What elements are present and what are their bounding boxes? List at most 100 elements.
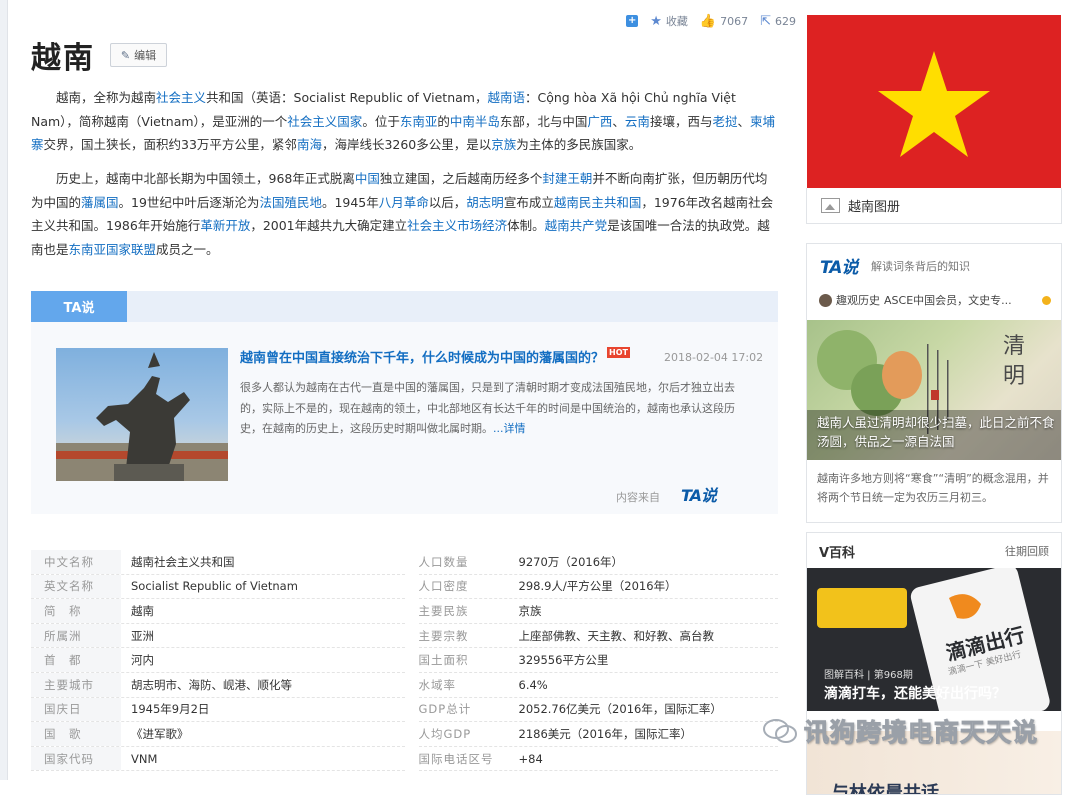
article-link[interactable]: 越南语 (487, 90, 525, 105)
past-issues-link[interactable]: 往期回顾 (1005, 543, 1049, 559)
article-link[interactable]: 云南 (625, 114, 650, 129)
article-text: 越南，全称为越南 (56, 90, 157, 105)
info-cell: 国家代码 VNM (31, 746, 405, 772)
info-cell: 简 称越南 (31, 599, 405, 624)
info-label: 首 都 (31, 648, 121, 672)
info-row: 英文名称 Socialist Republic of Vietnam 人口密度 298… (31, 574, 778, 600)
star-icon: ★ (650, 13, 662, 29)
info-value: 亚洲 (131, 628, 154, 643)
article-link[interactable]: 社会主义国家 (287, 114, 362, 129)
article-link[interactable]: 革新开放 (200, 218, 250, 233)
statue-image[interactable] (56, 348, 228, 481)
info-label: GDP总计 (418, 702, 472, 717)
article-link[interactable]: 中南半岛 (450, 114, 500, 129)
article-link[interactable]: 东南亚国家联盟 (69, 242, 157, 257)
info-cell: 国土面积 329556平方公里 (418, 648, 778, 673)
article-link[interactable]: 京族 (491, 137, 516, 152)
like-button[interactable]: 👍 7067 (700, 14, 748, 29)
article-text: 东部，北与中国 (499, 113, 588, 129)
article-link[interactable]: 胡志明 (466, 195, 504, 210)
article-link[interactable]: 中国 (355, 171, 380, 186)
author-desc: ASCE中国会员，文史专... (884, 294, 1012, 307)
info-row: 国家代码 VNM 国际电话区号 +84 (31, 746, 778, 772)
ta-box-subtitle: 解读词条背后的知识 (871, 260, 970, 273)
share-plus-button[interactable]: + (626, 15, 639, 27)
info-row: 中文名称 越南社会主义共和国 人口数量 9270万（2016年） (31, 550, 778, 575)
edit-button[interactable]: ✎ 编辑 (110, 43, 167, 67)
article-link[interactable]: 八月革命 (379, 195, 429, 210)
info-cell: 人均GDP 2186美元（2016年，国际汇率） (418, 722, 778, 747)
tab-ta[interactable]: TA说 (31, 291, 127, 322)
wechat-icon (763, 719, 797, 743)
info-row: 主要城市 胡志明市、海防、岘港、顺化等 水域率 6.4% (31, 672, 778, 698)
info-value: 6.4% (518, 677, 548, 692)
ta-headline-text[interactable]: 越南曾在中国直接统治下千年，什么时候成为中国的藩属国的？ (240, 351, 604, 366)
ta-article-card[interactable]: 越南曾在中国直接统治下千年，什么时候成为中国的藩属国的？ HOT 2018-02-… (31, 322, 778, 514)
article-link[interactable]: 社会主义市场经济 (407, 218, 507, 233)
info-label: 国际电话区号 (418, 751, 494, 766)
info-value[interactable]: 上座部佛教、天主教、和好教、高台教 (509, 628, 715, 644)
info-value: VNM (131, 751, 158, 766)
ta-box-caption[interactable]: 越南人虽过清明却很少扫墓，此日之前不食汤圆，供品之一源自法国 (817, 413, 1055, 451)
ta-headline[interactable]: 越南曾在中国直接统治下千年，什么时候成为中国的藩属国的？ HOT (240, 347, 630, 366)
info-value[interactable]: 胡志明市、海防、岘港、顺化等 (121, 677, 292, 693)
article-link[interactable]: 广西 (587, 114, 612, 129)
ta-sidebar-box: TA说 解读词条背后的知识 趣观历史 ASCE中国会员，文史专... 清明 越南… (806, 243, 1062, 523)
ta-logo: TA说 (680, 486, 717, 505)
collect-label: 收藏 (665, 15, 688, 28)
info-value[interactable]: 京族 (509, 603, 542, 619)
summary-paragraph-1: 越南，全称为越南社会主义共和国（英语：Socialist Republic of… (31, 86, 776, 157)
article-link[interactable]: 东南亚 (400, 114, 438, 129)
vietnam-flag-image[interactable] (807, 15, 1061, 188)
didi-image[interactable]: 滴滴出行 滴滴一下 美好出行 图解百科 | 第968期 滴滴打车，还能美好出行吗… (807, 568, 1061, 711)
article-link[interactable]: 封建王朝 (542, 171, 592, 186)
v-category: 图解百科 | 第968期 (824, 670, 913, 681)
summary-paragraph-2: 历史上，越南中北部长期为中国领土，968年正式脱离中国独立建国，之后越南历经多个… (31, 167, 776, 261)
info-row: 国庆日 1945年9月2日 GDP总计 2052.76亿美元（2016年，国际汇率） (31, 697, 778, 723)
article-link[interactable]: 法国殖民地 (259, 195, 322, 210)
info-label: 人均GDP (418, 726, 472, 741)
info-value: 329556平方公里 (518, 653, 609, 668)
collect-button[interactable]: ★ 收藏 (650, 13, 688, 29)
info-value: 298.9人/平方公里（2016年） (518, 579, 677, 594)
article-text: 。19世纪中叶后逐渐沦为 (118, 194, 260, 210)
article-link[interactable]: 藩属国 (81, 195, 119, 210)
author-avatar (819, 293, 832, 307)
ta-image-overlay-text: 清明 (1003, 334, 1026, 389)
article-link[interactable]: 老挝 (712, 114, 737, 129)
ta-source: 内容来自 (616, 489, 660, 505)
article-text: 接壤，西与 (649, 113, 713, 129)
article-link[interactable]: 南海 (297, 137, 322, 152)
article-link[interactable]: 越南共产党 (545, 218, 608, 233)
info-cell: 首 都河内 (31, 648, 405, 673)
article-column: + ★ 收藏 👍 7067 ⇱ 629 越南 ✎ 编辑 越南，全称为越南社会主义… (0, 0, 800, 780)
info-cell: 中文名称 越南社会主义共和国 (31, 550, 405, 575)
article-text: 成员之一。 (156, 241, 219, 257)
page-title: 越南 (31, 41, 95, 76)
info-label: 主要宗教 (418, 628, 469, 643)
info-label: 国土面积 (418, 653, 469, 668)
gallery-link[interactable]: 越南图册 (806, 188, 1062, 224)
info-label: 人口数量 (418, 554, 469, 569)
v-baike-box: V百科 往期回顾 滴滴出行 滴滴一下 美好出行 图解百科 | 第968期 滴滴打… (806, 532, 1062, 795)
info-value: 2186美元（2016年，国际汇率） (518, 726, 693, 741)
article-text: ，海岸线长3260多公里，是以 (321, 137, 492, 152)
more-link[interactable]: ...详情 (493, 422, 526, 435)
share-button[interactable]: ⇱ 629 (760, 14, 796, 29)
ta-box-logo: TA说 (820, 258, 858, 278)
verified-badge-icon (1042, 295, 1051, 305)
article-text: 交界，国土狭长，面积约33万平方公里，紧邻 (43, 137, 297, 152)
info-value[interactable]: 河内 (121, 652, 154, 668)
ta-author[interactable]: 趣观历史 ASCE中国会员，文史专... (819, 292, 1051, 308)
qingming-image[interactable]: 清明 越南人虽过清明却很少扫墓，此日之前不食汤圆，供品之一源自法国 (807, 320, 1061, 460)
source-label: 内容来自 (616, 491, 660, 504)
info-value: +84 (518, 751, 543, 766)
article-link[interactable]: 越南民主共和国 (554, 195, 642, 210)
info-cell: 人口密度 298.9人/平方公里（2016年） (418, 575, 778, 600)
info-value[interactable]: 《进军歌》 (121, 726, 189, 742)
info-label: 简 称 (31, 599, 121, 623)
v-caption[interactable]: 滴滴打车，还能美好出行吗？ (824, 683, 1006, 703)
article-link[interactable]: 社会主义 (156, 90, 206, 105)
info-cell: 英文名称 Socialist Republic of Vietnam (31, 574, 405, 600)
info-row: 国 歌《进军歌》 人均GDP 2186美元（2016年，国际汇率） (31, 722, 778, 747)
